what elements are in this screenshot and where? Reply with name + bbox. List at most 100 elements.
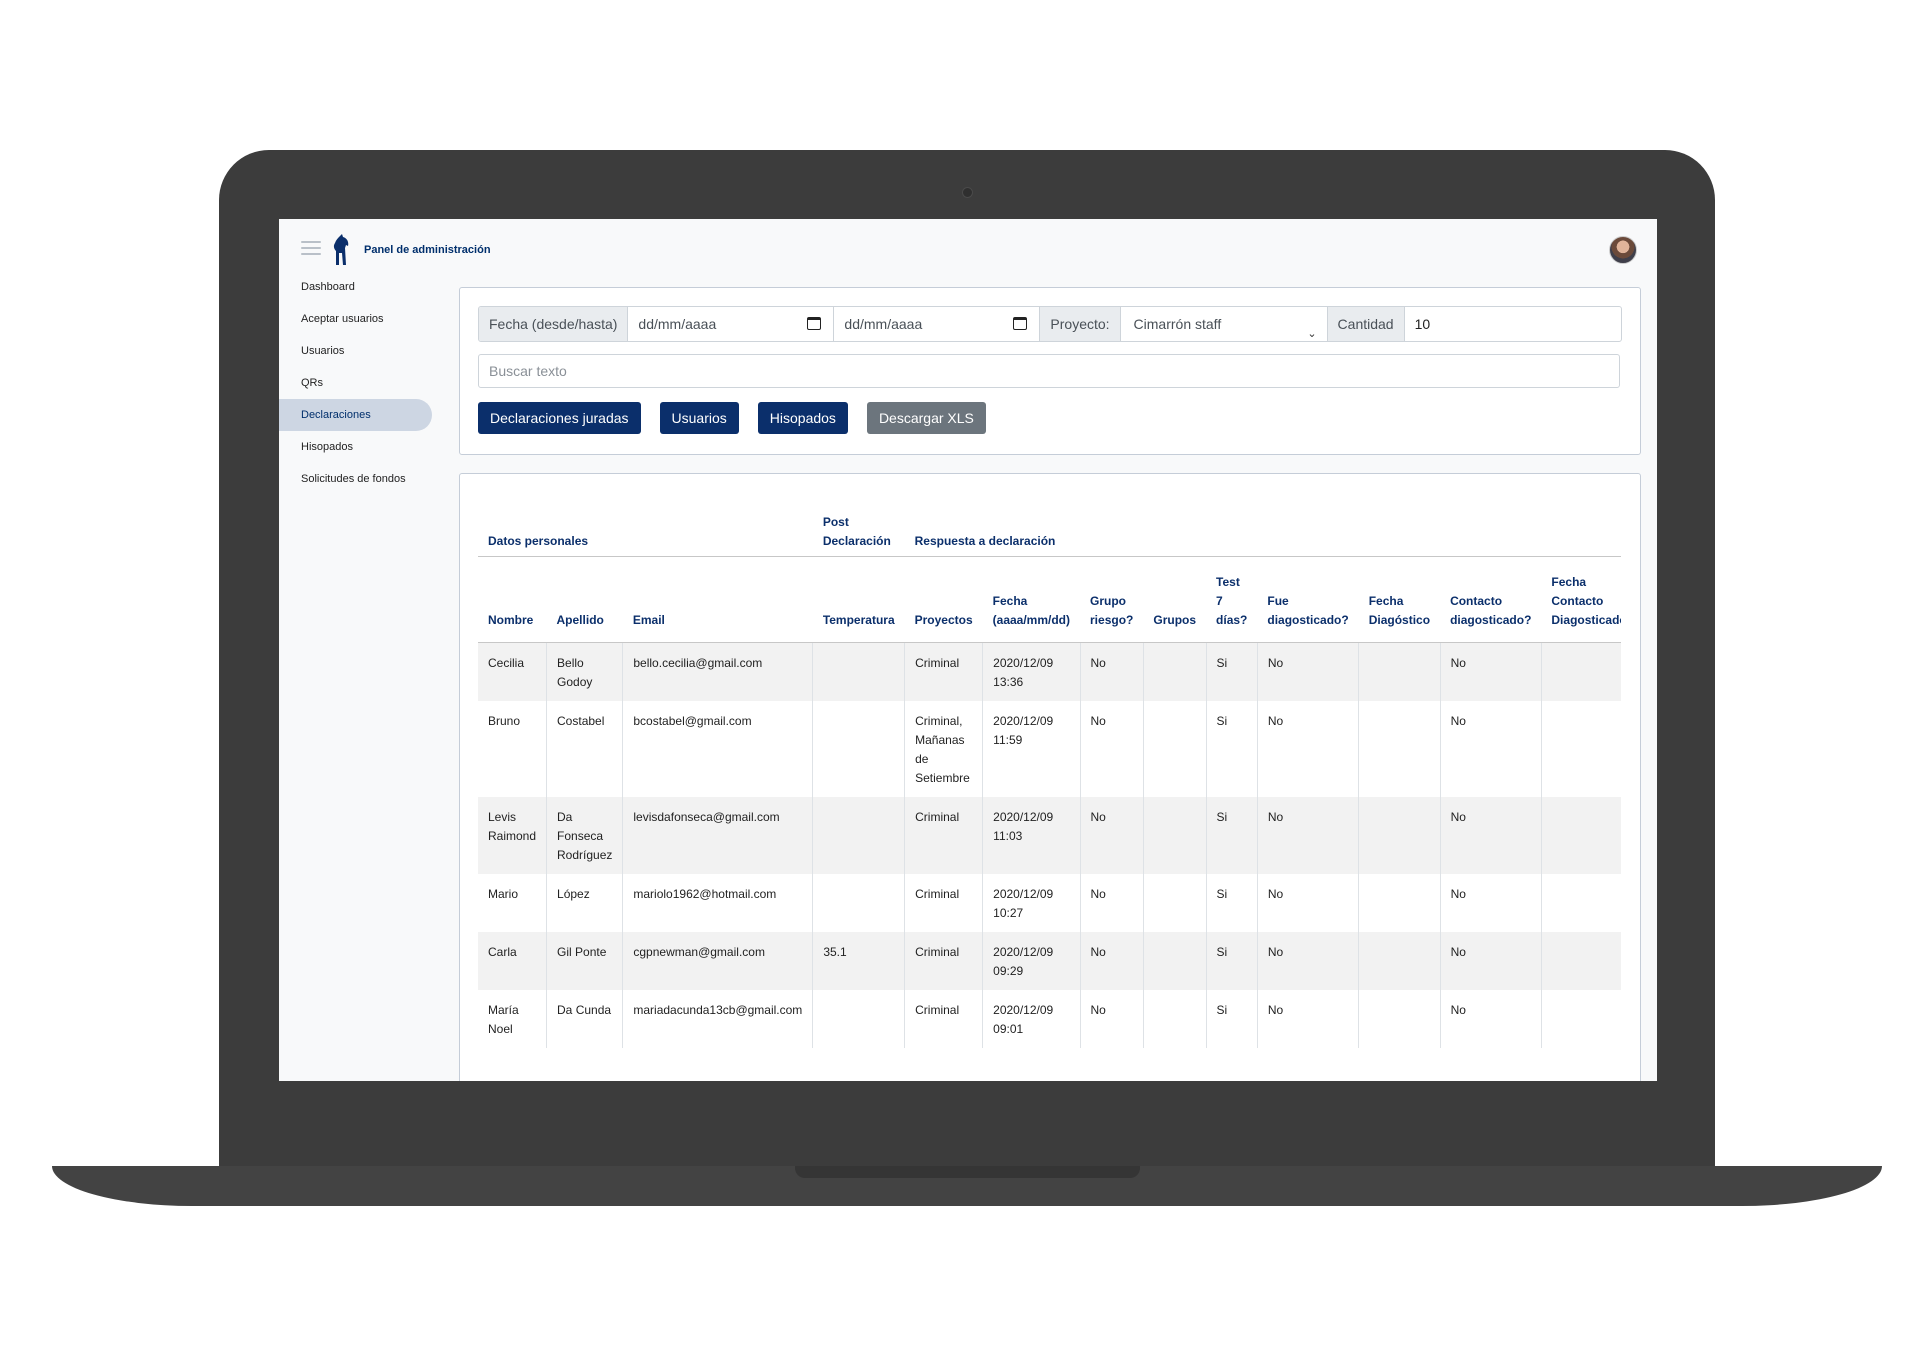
calendar-icon[interactable] bbox=[807, 317, 822, 330]
column-header: Fue diagosticado? bbox=[1257, 556, 1359, 643]
sidebar-item-qrs[interactable]: QRs bbox=[279, 367, 434, 399]
column-header: Temperatura bbox=[812, 556, 905, 643]
table-cell: No bbox=[1079, 642, 1144, 701]
table-cell: 2020/12/09 09:29 bbox=[982, 932, 1081, 990]
table-cell: Criminal bbox=[904, 874, 983, 932]
table-row[interactable]: Mario López mariolo1962@hotmail.com Crimina… bbox=[478, 874, 1621, 932]
table-cell: No bbox=[1439, 874, 1542, 932]
table-cell bbox=[1358, 874, 1441, 932]
table-cell: Costabel bbox=[546, 701, 623, 797]
table-cell: Criminal bbox=[904, 642, 983, 701]
declaraciones-juradas-button[interactable]: Declaraciones juradas bbox=[478, 402, 641, 434]
sidebar-item-declaraciones[interactable]: Declaraciones bbox=[279, 399, 432, 431]
search-input[interactable]: Buscar texto bbox=[478, 354, 1620, 388]
table-cell bbox=[1358, 642, 1441, 701]
date-range-label: Fecha (desde/hasta) bbox=[479, 307, 629, 341]
column-header: Proyectos bbox=[904, 556, 983, 643]
sidebar-item-aceptar-usuarios[interactable]: Aceptar usuarios bbox=[279, 303, 434, 335]
laptop-notch bbox=[795, 1166, 1140, 1178]
column-header: Fecha Diagóstico bbox=[1358, 556, 1441, 643]
table-cell: 2020/12/09 13:36 bbox=[982, 642, 1081, 701]
table-cell bbox=[1142, 990, 1207, 1048]
column-header: Fecha (aaaa/mm/dd) bbox=[982, 556, 1081, 643]
date-to-input[interactable]: dd/mm/aaaa bbox=[834, 307, 1041, 341]
project-value: Cimarrón staff bbox=[1133, 316, 1222, 332]
project-select[interactable]: Cimarrón staff ⌄ bbox=[1121, 307, 1328, 341]
table-cell bbox=[1142, 797, 1207, 874]
table-cell bbox=[812, 701, 905, 797]
hisopados-button[interactable]: Hisopados bbox=[757, 402, 848, 434]
table-cell bbox=[1358, 701, 1441, 797]
table-cell: 2020/12/09 10:27 bbox=[982, 874, 1081, 932]
column-header: Email bbox=[622, 556, 813, 643]
table-cell bbox=[1358, 797, 1441, 874]
sidebar-item-solicitudes-de-fondos[interactable]: Solicitudes de fondos bbox=[279, 463, 434, 495]
group-header-datos-personales: Datos personales bbox=[478, 492, 813, 557]
table-cell bbox=[1142, 874, 1207, 932]
table-cell: bello.cecilia@gmail.com bbox=[622, 642, 813, 701]
date-from-input[interactable]: dd/mm/aaaa bbox=[628, 307, 835, 341]
quantity-label: Cantidad bbox=[1327, 307, 1405, 341]
table-cell: Criminal bbox=[904, 932, 983, 990]
sidebar: Dashboard Aceptar usuarios Usuarios QRs … bbox=[279, 271, 434, 495]
table-cell: No bbox=[1256, 932, 1359, 990]
table-cell bbox=[812, 642, 905, 701]
table-row[interactable]: Levis Raimond Da Fonseca Rodríguez levisda… bbox=[478, 797, 1621, 874]
user-avatar[interactable] bbox=[1609, 236, 1637, 264]
filter-row: Fecha (desde/hasta) dd/mm/aaaa dd/mm/aaa… bbox=[478, 306, 1622, 342]
column-header: Apellido bbox=[546, 556, 623, 643]
table-cell: Levis Raimond bbox=[478, 797, 547, 874]
table-cell: No bbox=[1439, 642, 1542, 701]
table-cell: No bbox=[1439, 932, 1542, 990]
table-cell: No bbox=[1256, 797, 1359, 874]
table-row[interactable]: Cecilia Bello Godoy bello.cecilia@gmail.co… bbox=[478, 642, 1621, 701]
date-to-value: dd/mm/aaaa bbox=[844, 316, 923, 332]
table-card: Datos personales Post Declaración Respue… bbox=[459, 473, 1641, 1081]
descargar-xls-button[interactable]: Descargar XLS bbox=[866, 402, 986, 434]
table-cell: 2020/12/09 11:03 bbox=[982, 797, 1081, 874]
table-cell: Bello Godoy bbox=[546, 642, 623, 701]
table-cell: Cecilia bbox=[478, 642, 547, 701]
table-cell: No bbox=[1439, 990, 1542, 1048]
date-from-value: dd/mm/aaaa bbox=[638, 316, 717, 332]
table-cell bbox=[1358, 990, 1441, 1048]
table-cell: No bbox=[1256, 990, 1359, 1048]
calendar-icon[interactable] bbox=[1013, 317, 1028, 330]
table-cell bbox=[1540, 990, 1621, 1048]
table-cell: Bruno bbox=[478, 701, 547, 797]
declarations-table: Datos personales Post Declaración Respue… bbox=[478, 492, 1621, 1048]
filter-card: Fecha (desde/hasta) dd/mm/aaaa dd/mm/aaa… bbox=[459, 287, 1641, 455]
table-row[interactable]: María Noel Da Cunda mariadacunda13cb@gmail… bbox=[478, 990, 1621, 1048]
table-cell: cgpnewman@gmail.com bbox=[622, 932, 813, 990]
table-cell bbox=[1142, 932, 1207, 990]
table-cell bbox=[812, 990, 905, 1048]
sidebar-item-dashboard[interactable]: Dashboard bbox=[279, 271, 434, 303]
table-cell: Gil Ponte bbox=[546, 932, 623, 990]
table-cell bbox=[1540, 874, 1621, 932]
column-header: Grupo riesgo? bbox=[1080, 556, 1144, 643]
chevron-down-icon: ⌄ bbox=[1307, 328, 1317, 340]
table-cell: mariolo1962@hotmail.com bbox=[622, 874, 813, 932]
sidebar-item-hisopados[interactable]: Hisopados bbox=[279, 431, 434, 463]
table-cell: 35.1 bbox=[812, 932, 905, 990]
table-cell: Mario bbox=[478, 874, 547, 932]
quantity-input[interactable]: 10 bbox=[1405, 307, 1621, 341]
table-cell: No bbox=[1079, 932, 1144, 990]
horse-logo-icon bbox=[333, 234, 349, 265]
table-cell: Si bbox=[1205, 932, 1258, 990]
usuarios-button[interactable]: Usuarios bbox=[659, 402, 739, 434]
table-cell: Si bbox=[1205, 701, 1258, 797]
column-header: Grupos bbox=[1143, 556, 1207, 643]
group-header-respuesta: Respuesta a declaración bbox=[904, 492, 1621, 557]
table-cell bbox=[812, 874, 905, 932]
table-cell: mariadacunda13cb@gmail.com bbox=[622, 990, 813, 1048]
table-scroll-area[interactable]: Datos personales Post Declaración Respue… bbox=[478, 492, 1621, 1075]
table-cell: María Noel bbox=[478, 990, 547, 1048]
table-cell bbox=[1540, 701, 1621, 797]
table-cell: Da Fonseca Rodríguez bbox=[546, 797, 623, 874]
table-cell: No bbox=[1079, 874, 1144, 932]
menu-icon[interactable] bbox=[301, 241, 321, 255]
sidebar-item-usuarios[interactable]: Usuarios bbox=[279, 335, 434, 367]
table-row[interactable]: Bruno Costabel bcostabel@gmail.com Criminal… bbox=[478, 701, 1621, 797]
table-row[interactable]: Carla Gil Ponte cgpnewman@gmail.com 35.1 Cri… bbox=[478, 932, 1621, 990]
